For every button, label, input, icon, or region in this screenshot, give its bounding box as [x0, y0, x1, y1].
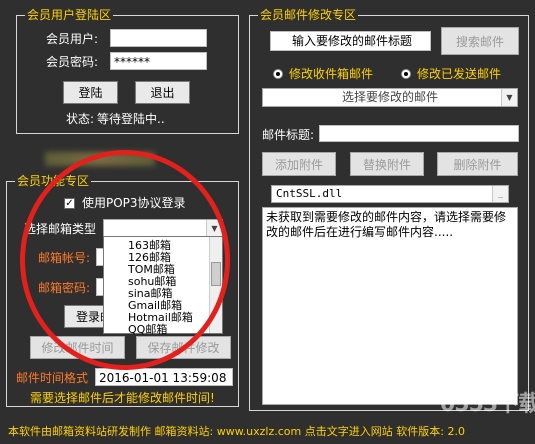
app-window: 会员用户登陆区 会员用户: 会员密码: ****** 登陆 退出 状态: 等待登…	[0, 0, 535, 444]
delete-attachment-button[interactable]: 删除附件	[437, 152, 518, 176]
attachment-combo[interactable]: CntSSL.dll _	[271, 185, 509, 203]
replace-attachment-button[interactable]: 替换附件	[350, 152, 424, 176]
password-label: 会员密码:	[46, 55, 99, 69]
status-label: 状态:	[66, 112, 95, 126]
mail-subject-search-input[interactable]: 输入要修改的邮件标题	[270, 31, 431, 51]
time-format-label: 邮件时间格式	[16, 371, 89, 385]
chevron-down-icon[interactable]: ▼	[501, 89, 517, 106]
subject-label: 邮件标题:	[262, 128, 315, 142]
watermark-logo: 0553下载	[440, 392, 535, 417]
time-input[interactable]: 2016-01-01 13:59:08	[95, 368, 233, 386]
login-button[interactable]: 登陆	[63, 81, 118, 104]
editor-group-title: 会员邮件修改专区	[258, 8, 359, 22]
warning-text: 需要选择邮件后才能修改邮件时间!	[30, 391, 215, 405]
radio-sent[interactable]	[401, 69, 411, 79]
user-input[interactable]	[110, 29, 207, 47]
radio-inbox[interactable]	[273, 69, 283, 79]
select-mail-combo[interactable]: 选择要修改的邮件 ▼	[262, 88, 518, 107]
radio-inbox-label: 修改收件箱邮件	[289, 67, 374, 81]
footer-text[interactable]: 本软件由邮箱资料站研发制作 邮箱资料站: www.uxzlz.com 点击文字进…	[8, 425, 465, 439]
attachment-combo-value: CntSSL.dll	[276, 187, 343, 200]
password-input[interactable]: ******	[110, 52, 207, 70]
mail-content-textarea[interactable]: 未获取到需要修改的邮件内容，请选择需要修改的邮件后在进行编写邮件内容.....	[262, 207, 518, 405]
exit-button[interactable]: 退出	[135, 81, 190, 104]
mail-content-text: 未获取到需要修改的邮件内容，请选择需要修改的邮件后在进行编写邮件内容.....	[266, 210, 507, 239]
select-mail-label: 选择要修改的邮件	[341, 90, 438, 104]
footer-bar: 本软件由邮箱资料站研发制作 邮箱资料站: www.uxzlz.com 点击文字进…	[0, 420, 535, 444]
chevron-down-icon[interactable]: _	[492, 186, 508, 202]
radio-sent-label: 修改已发送邮件	[417, 67, 502, 81]
annotation-circle	[20, 150, 230, 370]
login-group-title: 会员用户登陆区	[25, 8, 114, 22]
search-mail-button[interactable]: 搜索邮件	[441, 27, 519, 55]
add-attachment-button[interactable]: 添加附件	[262, 152, 336, 176]
subject-input[interactable]	[319, 125, 519, 142]
user-label: 会员用户:	[46, 32, 99, 46]
status-value: 等待登陆中..	[97, 112, 165, 126]
